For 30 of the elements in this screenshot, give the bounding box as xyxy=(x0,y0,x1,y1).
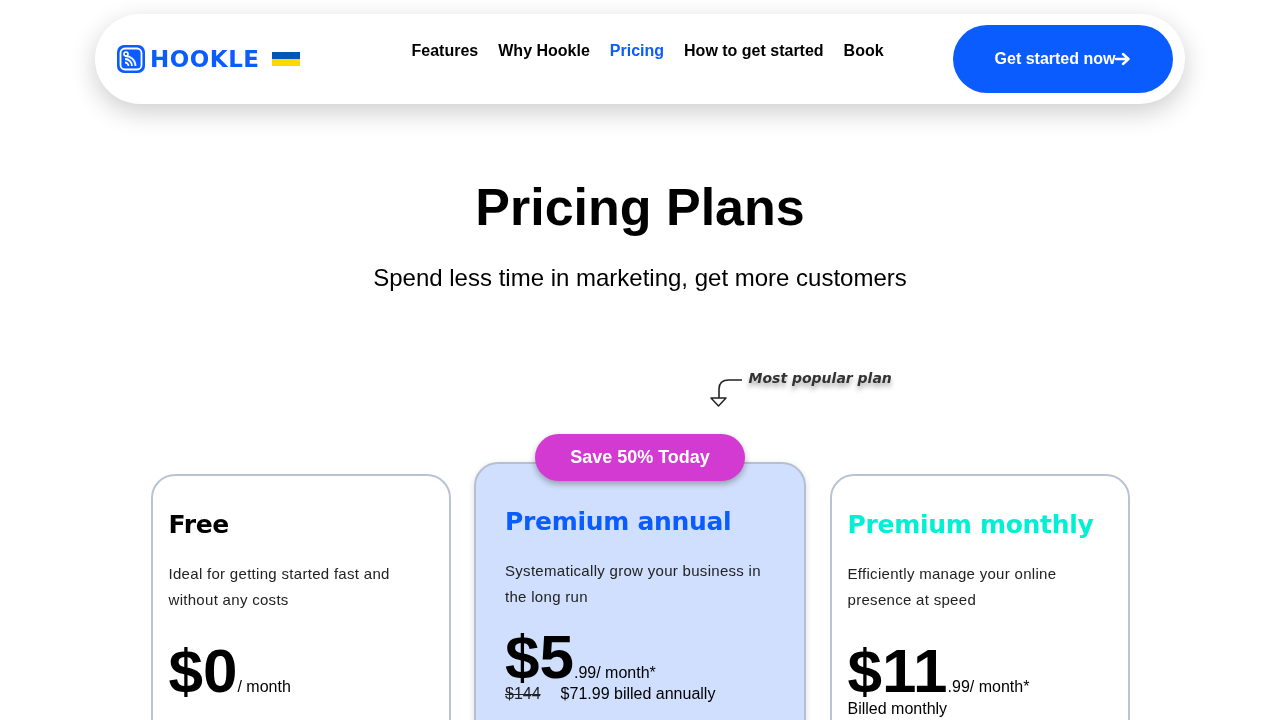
price-period: .99/ month* xyxy=(573,663,656,683)
discount-badge: Save 50% Today xyxy=(535,434,745,481)
plan-name: Free xyxy=(168,509,231,541)
nav-link[interactable]: How to get started xyxy=(684,40,824,61)
price-period: / month xyxy=(237,678,291,695)
page-subtitle: Spend less time in marketing, get more customers xyxy=(373,263,907,293)
arrow-icon xyxy=(1115,52,1132,66)
plan-description: Efficiently manage your online presence at speed xyxy=(847,564,1058,610)
plan-description: Ideal for getting started fast and without any costs xyxy=(168,564,391,610)
popular-plan-note: Most popular plan xyxy=(748,369,892,388)
billing-note: $71.99 billed annually xyxy=(560,684,716,704)
get-started-button[interactable]: Get started now xyxy=(953,25,1173,93)
nav-link[interactable]: Pricing xyxy=(609,40,665,61)
plan-price: $0 xyxy=(168,646,238,696)
price-period: .99/ month* xyxy=(947,677,1030,697)
flag-icon xyxy=(271,52,300,66)
nav-link[interactable]: Features xyxy=(411,40,479,61)
plan-price: $11 xyxy=(847,646,948,696)
plan-name: Premium monthly xyxy=(847,509,1095,541)
plan-name: Premium annual xyxy=(505,506,733,538)
old-price: $144 xyxy=(505,684,541,704)
plan-price: $5 xyxy=(505,632,574,682)
plan-description: Systematically grow your business in the long run xyxy=(505,561,762,607)
logo-icon[interactable] xyxy=(117,45,145,73)
logo-wordmark[interactable]: HOOKLE xyxy=(150,47,260,71)
nav-link[interactable]: Book xyxy=(843,40,884,61)
curved-arrow-icon xyxy=(708,378,743,408)
nav-link[interactable]: Why Hookle xyxy=(498,40,590,61)
billing-note: Billed monthly xyxy=(847,701,948,717)
page-title: Pricing Plans xyxy=(475,177,805,238)
